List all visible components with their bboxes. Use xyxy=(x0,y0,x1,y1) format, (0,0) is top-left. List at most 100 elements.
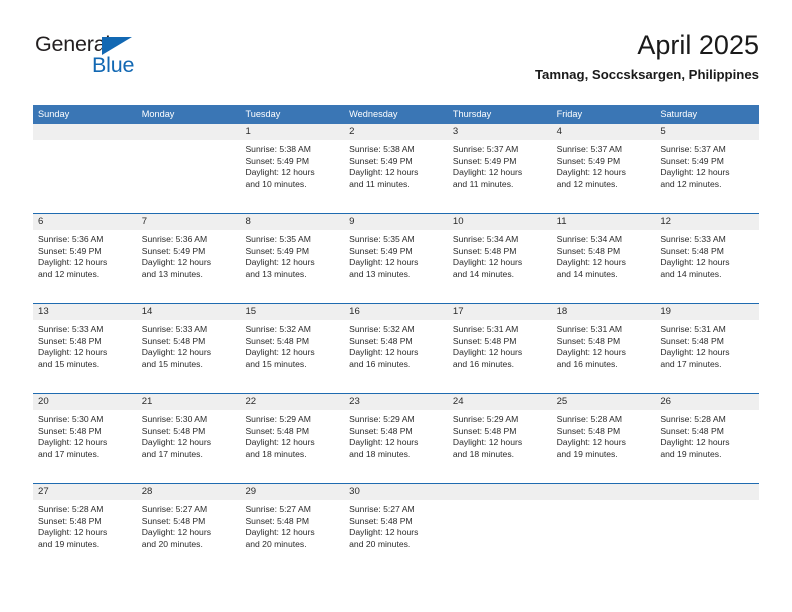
day-cell-8[interactable]: Sunrise: 5:35 AM Sunset: 5:49 PM Daylight:… xyxy=(240,230,344,303)
day-number-29[interactable]: 29 xyxy=(240,484,344,500)
day-detail-line: Daylight: 12 hours xyxy=(141,347,211,358)
day-cell-25[interactable]: Sunrise: 5:28 AM Sunset: 5:48 PM Daylight:… xyxy=(552,410,656,483)
day-cell-12[interactable]: Sunrise: 5:33 AM Sunset: 5:48 PM Daylight:… xyxy=(655,230,759,303)
day-detail-line: and 11 minutes. xyxy=(452,178,514,189)
day-cell-29[interactable]: Sunrise: 5:27 AM Sunset: 5:48 PM Daylight:… xyxy=(240,500,344,573)
day-number-28[interactable]: 28 xyxy=(137,484,241,500)
day-cell-23[interactable]: Sunrise: 5:29 AM Sunset: 5:48 PM Daylight:… xyxy=(344,410,448,483)
day-cell-28[interactable]: Sunrise: 5:27 AM Sunset: 5:48 PM Daylight:… xyxy=(137,500,241,573)
day-cell-7[interactable]: Sunrise: 5:36 AM Sunset: 5:49 PM Daylight:… xyxy=(137,230,241,303)
day-cell-15[interactable]: Sunrise: 5:32 AM Sunset: 5:48 PM Daylight:… xyxy=(240,320,344,393)
day-number-20[interactable]: 20 xyxy=(33,394,137,410)
day-number-25[interactable]: 25 xyxy=(552,394,656,410)
day-cell-21[interactable]: Sunrise: 5:30 AM Sunset: 5:48 PM Daylight:… xyxy=(137,410,241,483)
day-detail-line: Daylight: 12 hours xyxy=(245,437,315,448)
day-number-27[interactable]: 27 xyxy=(33,484,137,500)
day-detail-line: and 15 minutes. xyxy=(141,358,203,369)
day-detail-line: Sunset: 5:49 PM xyxy=(141,245,206,256)
day-detail-line: Sunset: 5:48 PM xyxy=(245,515,309,526)
day-cell-26[interactable]: Sunrise: 5:28 AM Sunset: 5:48 PM Daylight:… xyxy=(655,410,759,483)
day-detail-line: Sunrise: 5:36 AM xyxy=(38,234,104,244)
day-detail-line: Daylight: 12 hours xyxy=(556,437,626,448)
day-cell-9[interactable]: Sunrise: 5:35 AM Sunset: 5:49 PM Daylight:… xyxy=(344,230,448,303)
day-number-18[interactable]: 18 xyxy=(552,304,656,320)
day-cell-24[interactable]: Sunrise: 5:29 AM Sunset: 5:48 PM Daylight:… xyxy=(448,410,552,483)
day-number-empty xyxy=(33,124,137,140)
day-number-30[interactable]: 30 xyxy=(344,484,448,500)
day-number-13[interactable]: 13 xyxy=(33,304,137,320)
day-number-9[interactable]: 9 xyxy=(344,214,448,230)
day-number-14[interactable]: 14 xyxy=(137,304,241,320)
day-number-16[interactable]: 16 xyxy=(344,304,448,320)
day-number-11[interactable]: 11 xyxy=(552,214,656,230)
day-number-23[interactable]: 23 xyxy=(344,394,448,410)
day-cell-22[interactable]: Sunrise: 5:29 AM Sunset: 5:48 PM Daylight:… xyxy=(240,410,344,483)
day-cell-5[interactable]: Sunrise: 5:37 AM Sunset: 5:49 PM Daylight:… xyxy=(655,140,759,213)
day-cell-19[interactable]: Sunrise: 5:31 AM Sunset: 5:48 PM Daylight:… xyxy=(655,320,759,393)
day-detail-line: Sunrise: 5:37 AM xyxy=(660,144,726,154)
day-detail-line: Sunrise: 5:30 AM xyxy=(141,414,208,424)
day-number-7[interactable]: 7 xyxy=(137,214,241,230)
day-number-10[interactable]: 10 xyxy=(448,214,552,230)
day-detail-line: Sunset: 5:48 PM xyxy=(452,335,517,346)
day-cell-6[interactable]: Sunrise: 5:36 AM Sunset: 5:49 PM Daylight:… xyxy=(33,230,137,303)
day-cell-empty xyxy=(552,500,656,573)
day-number-6[interactable]: 6 xyxy=(33,214,137,230)
day-cell-2[interactable]: Sunrise: 5:38 AM Sunset: 5:49 PM Daylight:… xyxy=(344,140,448,213)
day-detail-line: Sunrise: 5:28 AM xyxy=(660,414,726,424)
general-blue-logo[interactable]: General Blue xyxy=(33,33,233,90)
day-detail-line: Sunset: 5:48 PM xyxy=(38,515,102,526)
day-detail-line: Sunrise: 5:35 AM xyxy=(349,234,415,244)
day-detail-line: Daylight: 12 hours xyxy=(141,437,211,448)
day-number-17[interactable]: 17 xyxy=(448,304,552,320)
day-number-15[interactable]: 15 xyxy=(240,304,344,320)
day-detail-line: Sunrise: 5:31 AM xyxy=(452,324,519,334)
day-number-2[interactable]: 2 xyxy=(344,124,448,140)
day-cell-3[interactable]: Sunrise: 5:37 AM Sunset: 5:49 PM Daylight:… xyxy=(448,140,552,213)
day-detail-line: and 19 minutes. xyxy=(556,448,618,459)
day-cell-10[interactable]: Sunrise: 5:34 AM Sunset: 5:48 PM Daylight:… xyxy=(448,230,552,303)
logo-text-blue: Blue xyxy=(92,53,135,77)
day-cell-1[interactable]: Sunrise: 5:38 AM Sunset: 5:49 PM Daylight:… xyxy=(240,140,344,213)
day-detail-line: and 16 minutes. xyxy=(452,358,515,369)
day-number-3[interactable]: 3 xyxy=(448,124,552,140)
day-detail-line: and 10 minutes. xyxy=(245,178,307,189)
day-detail-line: Sunrise: 5:34 AM xyxy=(452,234,519,244)
day-cell-20[interactable]: Sunrise: 5:30 AM Sunset: 5:48 PM Daylight:… xyxy=(33,410,137,483)
day-detail-line: Sunset: 5:48 PM xyxy=(452,245,517,256)
day-detail-line: Sunset: 5:48 PM xyxy=(141,335,206,346)
day-detail-band: Sunrise: 5:33 AM Sunset: 5:48 PM Daylight:… xyxy=(33,320,759,393)
day-number-4[interactable]: 4 xyxy=(552,124,656,140)
day-detail-line: Sunset: 5:48 PM xyxy=(245,335,309,346)
day-cell-18[interactable]: Sunrise: 5:31 AM Sunset: 5:48 PM Daylight:… xyxy=(552,320,656,393)
day-detail-line: Sunrise: 5:27 AM xyxy=(141,504,208,514)
day-detail-line: Sunrise: 5:31 AM xyxy=(556,324,623,334)
weekday-header-saturday: Saturday xyxy=(660,109,698,119)
day-cell-16[interactable]: Sunrise: 5:32 AM Sunset: 5:48 PM Daylight:… xyxy=(344,320,448,393)
day-cell-17[interactable]: Sunrise: 5:31 AM Sunset: 5:48 PM Daylight:… xyxy=(448,320,552,393)
day-detail-line: and 12 minutes. xyxy=(660,178,722,189)
day-detail-line: Daylight: 12 hours xyxy=(245,527,315,538)
day-number-22[interactable]: 22 xyxy=(240,394,344,410)
day-number-8[interactable]: 8 xyxy=(240,214,344,230)
day-cell-13[interactable]: Sunrise: 5:33 AM Sunset: 5:48 PM Daylight:… xyxy=(33,320,137,393)
day-number-5[interactable]: 5 xyxy=(655,124,759,140)
day-cell-27[interactable]: Sunrise: 5:28 AM Sunset: 5:48 PM Daylight:… xyxy=(33,500,137,573)
day-cell-4[interactable]: Sunrise: 5:37 AM Sunset: 5:49 PM Daylight:… xyxy=(552,140,656,213)
day-detail-line: Sunrise: 5:29 AM xyxy=(245,414,311,424)
day-number-19[interactable]: 19 xyxy=(655,304,759,320)
day-cell-14[interactable]: Sunrise: 5:33 AM Sunset: 5:48 PM Daylight:… xyxy=(137,320,241,393)
day-number-12[interactable]: 12 xyxy=(655,214,759,230)
day-number-1[interactable]: 1 xyxy=(240,124,344,140)
day-number-21[interactable]: 21 xyxy=(137,394,241,410)
day-cell-11[interactable]: Sunrise: 5:34 AM Sunset: 5:48 PM Daylight:… xyxy=(552,230,656,303)
day-detail-line: and 14 minutes. xyxy=(660,268,722,279)
calendar-weeks: 1 2 3 4 5 Sunrise: 5:38 AM Sunset: 5:49 PM Dayl… xyxy=(33,124,759,573)
day-detail-line: Daylight: 12 hours xyxy=(245,167,315,178)
day-detail-line: and 13 minutes. xyxy=(141,268,203,279)
day-detail-line: Daylight: 12 hours xyxy=(660,167,730,178)
day-number-band: 27 28 29 30 xyxy=(33,484,759,500)
day-cell-30[interactable]: Sunrise: 5:27 AM Sunset: 5:48 PM Daylight:… xyxy=(344,500,448,573)
day-number-26[interactable]: 26 xyxy=(655,394,759,410)
day-number-24[interactable]: 24 xyxy=(448,394,552,410)
